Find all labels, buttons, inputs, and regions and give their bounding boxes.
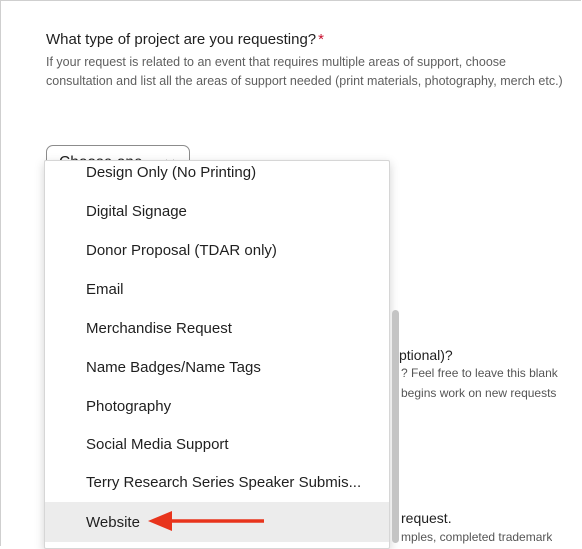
question-helper-text: If your request is related to an event t… xyxy=(46,55,563,88)
question-label: What type of project are you requesting?… xyxy=(46,31,324,48)
option-name-badges[interactable]: Name Badges/Name Tags xyxy=(45,348,389,386)
dropdown-scrollbar[interactable] xyxy=(392,310,399,543)
background-helper-2b: begins work on new requests xyxy=(401,386,557,400)
option-design-only[interactable]: Design Only (No Printing) xyxy=(45,161,389,191)
background-question-2: ptional)? xyxy=(399,347,453,363)
option-photography[interactable]: Photography xyxy=(45,387,389,425)
required-marker: * xyxy=(318,31,324,48)
annotation-arrow-icon xyxy=(148,511,264,531)
option-email[interactable]: Email xyxy=(45,270,389,308)
option-donor-proposal[interactable]: Donor Proposal (TDAR only) xyxy=(45,231,389,269)
project-type-dropdown[interactable]: Design Only (No Printing) Digital Signag… xyxy=(44,160,390,549)
option-terry-research-series[interactable]: Terry Research Series Speaker Submis... xyxy=(45,463,389,501)
question-text: What type of project are you requesting? xyxy=(46,31,317,48)
background-helper-2a: ? Feel free to leave this blank xyxy=(401,366,558,380)
option-digital-signage[interactable]: Digital Signage xyxy=(45,192,389,230)
option-social-media-support[interactable]: Social Media Support xyxy=(45,425,389,463)
background-helper-3: mples, completed trademark xyxy=(401,530,553,544)
option-merchandise-request[interactable]: Merchandise Request xyxy=(45,309,389,347)
background-question-3: request. xyxy=(401,510,452,526)
